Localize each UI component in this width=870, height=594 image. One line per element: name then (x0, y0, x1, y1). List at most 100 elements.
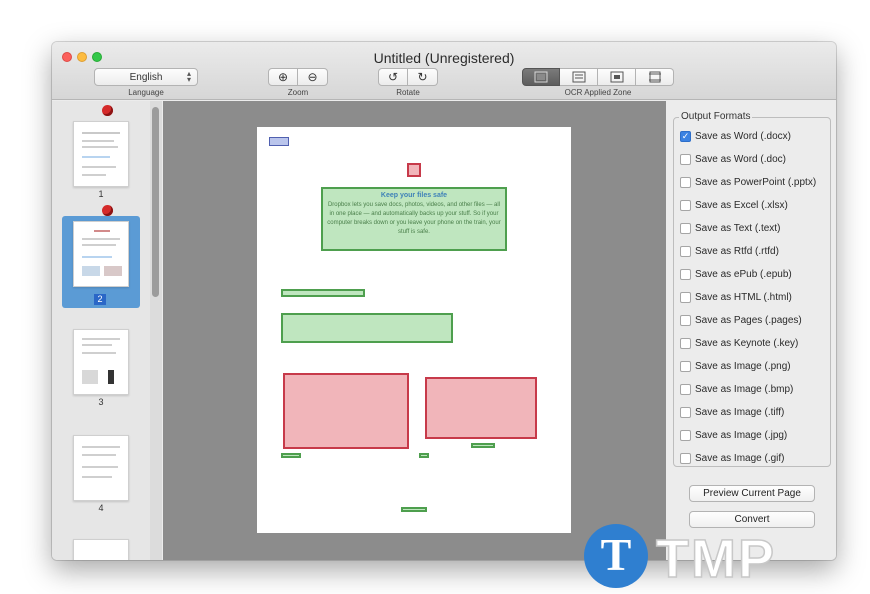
format-label: Save as Image (.gif) (695, 452, 785, 464)
format-option-html[interactable]: Save as HTML (.html) (680, 289, 792, 305)
rotate-left-button[interactable]: ↺ (378, 68, 408, 86)
ocr-zone-image[interactable] (283, 373, 409, 449)
rotate-right-button[interactable]: ↻ (408, 68, 438, 86)
checkbox[interactable] (680, 452, 691, 464)
pin-icon (102, 105, 113, 116)
zoom-in-button[interactable]: ⊕ (268, 68, 298, 86)
watermark-badge: T (584, 524, 648, 588)
ocr-zone-text[interactable]: Keep your files safe Dropbox lets you sa… (321, 187, 507, 251)
format-option-key[interactable]: Save as Keynote (.key) (680, 335, 798, 351)
preview-current-page-button[interactable]: Preview Current Page (689, 485, 815, 502)
ocr-zone-text[interactable] (401, 507, 427, 512)
document-canvas: Keep your files safe Dropbox lets you sa… (163, 101, 666, 560)
ocr-zone-text[interactable] (281, 313, 453, 343)
ocr-zone-label: OCR Applied Zone (564, 88, 632, 97)
zone-columns-button[interactable] (560, 68, 598, 86)
zoom-out-button[interactable]: ⊖ (298, 68, 328, 86)
zone-all-button[interactable] (522, 68, 560, 86)
format-option-text[interactable]: Save as Text (.text) (680, 220, 780, 236)
zoom-out-icon: ⊖ (307, 70, 318, 84)
format-label: Save as Excel (.xlsx) (695, 199, 788, 211)
sidebar-scroll-thumb[interactable] (152, 107, 159, 297)
format-option-tiff[interactable]: Save as Image (.tiff) (680, 404, 784, 420)
format-option-rtfd[interactable]: Save as Rtfd (.rtfd) (680, 243, 779, 259)
zone-all-icon (534, 71, 548, 83)
language-select[interactable]: English ▴ ▾ (94, 68, 198, 86)
format-label: Save as Image (.png) (695, 360, 791, 372)
format-option-doc[interactable]: Save as Word (.doc) (680, 151, 786, 167)
format-label: Save as Rtfd (.rtfd) (695, 245, 779, 257)
ocr-zone-text[interactable] (281, 453, 301, 458)
checkbox[interactable] (680, 337, 691, 349)
ocr-zone-image[interactable] (407, 163, 421, 177)
format-label: Save as ePub (.epub) (695, 268, 792, 280)
output-formats-panel: Output Formats ✓ Save as Word (.docx) Sav… (667, 101, 836, 560)
page-number: 2 (94, 294, 106, 305)
output-formats-title: Output Formats (679, 111, 753, 122)
zoom-in-icon: ⊕ (277, 70, 289, 84)
ocr-zone-text[interactable] (419, 453, 429, 458)
format-label: Save as Word (.docx) (695, 130, 791, 142)
checkbox[interactable] (680, 222, 691, 234)
rotate-right-icon: ↻ (417, 70, 428, 84)
language-label: Language (128, 88, 164, 97)
page-thumbnail[interactable] (73, 329, 129, 395)
checkbox[interactable] (680, 268, 691, 280)
format-label: Save as Image (.tiff) (695, 406, 785, 418)
window-title: Untitled (Unregistered) (373, 50, 515, 66)
format-label: Save as PowerPoint (.pptx) (695, 176, 817, 188)
format-label: Save as Image (.bmp) (695, 383, 794, 395)
document-heading: Keep your files safe (380, 192, 448, 199)
checkmark-icon[interactable]: ✓ (680, 130, 691, 142)
rotate-left-icon: ↺ (387, 70, 399, 84)
rotate-label: Rotate (396, 88, 420, 97)
page-thumbnail-sidebar: 1 2 3 4 (52, 101, 162, 560)
format-option-gif[interactable]: Save as Image (.gif) (680, 450, 784, 466)
ocr-zone-text[interactable] (269, 137, 289, 146)
format-label: Save as Keynote (.key) (695, 337, 799, 349)
checkbox[interactable] (680, 383, 691, 395)
format-label: Save as Word (.doc) (695, 153, 786, 165)
format-option-pages[interactable]: Save as Pages (.pages) (680, 312, 802, 328)
format-option-bmp[interactable]: Save as Image (.bmp) (680, 381, 793, 397)
updown-arrows-icon: ▴ ▾ (186, 69, 191, 84)
ocr-zone-image[interactable] (425, 377, 537, 439)
page-thumbnail[interactable] (73, 539, 129, 560)
zone-image-button[interactable] (598, 68, 636, 86)
checkbox[interactable] (680, 245, 691, 257)
language-value: English (129, 71, 163, 83)
page-thumbnail[interactable] (73, 221, 129, 287)
format-option-jpg[interactable]: Save as Image (.jpg) (680, 427, 787, 443)
format-label: Save as Text (.text) (695, 222, 781, 234)
format-label: Save as HTML (.html) (695, 291, 792, 303)
format-option-xlsx[interactable]: Save as Excel (.xlsx) (680, 197, 788, 213)
toolbar: Untitled (Unregistered) English ▴ ▾ Langu… (52, 42, 836, 100)
checkbox[interactable] (680, 199, 691, 211)
format-label: Save as Image (.jpg) (695, 429, 788, 441)
checkbox[interactable] (680, 176, 691, 188)
page-number: 3 (98, 397, 104, 407)
format-label: Save as Pages (.pages) (695, 314, 802, 326)
page-number: 4 (98, 503, 104, 513)
page-thumbnail[interactable] (73, 121, 129, 187)
document-paragraph: Dropbox lets you save docs, photos, vide… (327, 202, 501, 235)
checkbox[interactable] (680, 406, 691, 418)
format-option-png[interactable]: Save as Image (.png) (680, 358, 791, 374)
checkbox[interactable] (680, 153, 691, 165)
checkbox[interactable] (680, 429, 691, 441)
format-option-docx[interactable]: ✓ Save as Word (.docx) (680, 128, 791, 144)
checkbox[interactable] (680, 314, 691, 326)
zone-table-button[interactable] (636, 68, 674, 86)
page-thumbnail[interactable] (73, 435, 129, 501)
format-option-pptx[interactable]: Save as PowerPoint (.pptx) (680, 174, 816, 190)
ocr-zone-text[interactable] (281, 289, 365, 297)
document-page: Keep your files safe Dropbox lets you sa… (257, 127, 571, 533)
ocr-zone-text[interactable] (471, 443, 495, 448)
pin-icon (102, 205, 113, 216)
page-number: 1 (98, 189, 104, 199)
checkbox[interactable] (680, 360, 691, 372)
watermark-text: TMP (655, 528, 776, 590)
watermark-logo: T TMP (584, 524, 834, 590)
checkbox[interactable] (680, 291, 691, 303)
format-option-epub[interactable]: Save as ePub (.epub) (680, 266, 792, 282)
